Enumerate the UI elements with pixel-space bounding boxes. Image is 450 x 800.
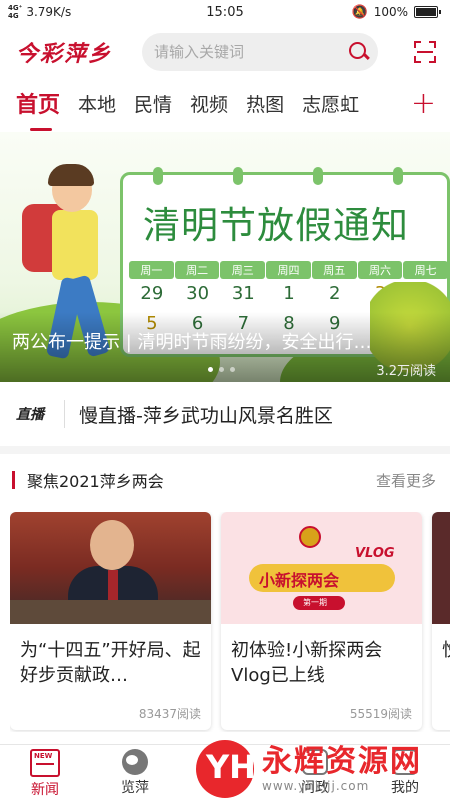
signal-icon: 4G⁺ 4G — [8, 4, 22, 20]
carousel-dots — [208, 367, 235, 372]
section-accent-bar — [12, 471, 15, 489]
watermark-logo: YH — [196, 740, 256, 798]
article-title: 初体验!小新探两会Vlog已上线 — [231, 640, 383, 686]
tab-video[interactable]: 视频 — [190, 84, 228, 117]
article-title: 为“十四五”开好局、起好步贡献政… — [20, 640, 201, 686]
article-card[interactable]: 为“十四五”开好局、起好步贡献政… 83437阅读 — [10, 512, 211, 730]
article-thumbnail — [432, 512, 450, 624]
calendar-weekdays: 周一 周二 周三 周四 周五 周六 周七 — [129, 261, 449, 279]
article-view-count: 55519阅读 — [349, 707, 412, 721]
banner-carousel[interactable]: 清明节放假通知 周一周二周三周四周五周六周七 2930311234 567891… — [0, 132, 450, 382]
article-card[interactable]: VLOG 小新探两会 第一期 初体验!小新探两会Vlog已上线 55519阅读 — [221, 512, 422, 730]
globe-icon — [122, 749, 148, 775]
episode-label: 第一期 — [303, 598, 327, 607]
nav-label: 新闻 — [31, 782, 59, 798]
live-badge: 直播 — [16, 407, 44, 423]
status-bar: 4G⁺ 4G 3.79K/s 15:05 🔕 100% — [0, 0, 450, 24]
tab-home[interactable]: 首页 — [16, 84, 60, 131]
article-thumbnail: VLOG 小新探两会 第一期 — [221, 512, 422, 624]
search-icon[interactable] — [348, 41, 366, 63]
tab-local[interactable]: 本地 — [78, 84, 116, 117]
thumbnail-title: 小新探两会 — [259, 571, 340, 590]
tab-volunteer[interactable]: 志愿虹 — [302, 84, 359, 117]
signal-label-2: 4G — [8, 12, 19, 20]
signal-label-1: 4G⁺ — [8, 4, 23, 12]
live-title[interactable]: 慢直播-萍乡武功山风景名胜区 — [79, 401, 333, 428]
nav-news[interactable]: 新闻 — [0, 745, 90, 800]
battery-icon — [414, 6, 441, 18]
watermark: YH 永辉资源网 www.yhkjjj.com — [196, 738, 450, 800]
nav-browse[interactable]: 览萍 — [90, 745, 180, 800]
network-speed: 3.79K/s — [26, 5, 72, 19]
search-input[interactable] — [154, 43, 348, 61]
article-view-count: 83437阅读 — [138, 707, 201, 721]
live-stream-row[interactable]: 直播 慢直播-萍乡武功山风景名胜区 — [0, 388, 450, 440]
channel-tabs: 首页 本地 民情 视频 热图 志愿虹 + — [0, 84, 450, 131]
scan-icon[interactable] — [414, 41, 436, 63]
watermark-url: www.yhkjjj.com — [262, 779, 370, 793]
tab-public-opinion[interactable]: 民情 — [134, 84, 172, 117]
tab-hot-pictures[interactable]: 热图 — [246, 84, 284, 117]
article-card[interactable]: 悦三 — [432, 512, 450, 730]
search-bar[interactable] — [142, 33, 378, 71]
app-logo: 今彩萍乡 — [16, 41, 113, 67]
banner-caption[interactable]: 两公布一提示 | 清明时节雨纷纷，安全出行… — [12, 328, 438, 354]
banner-view-count: 3.2万阅读 — [376, 364, 436, 379]
mute-bell-icon: 🔕 — [351, 4, 368, 20]
section-divider — [0, 446, 450, 454]
section-title: 聚焦2021萍乡两会 — [27, 472, 164, 491]
article-title: 悦三 — [432, 624, 450, 690]
emblem-icon — [299, 526, 321, 548]
battery-percent: 100% — [373, 5, 408, 19]
vlog-label: VLOG — [355, 546, 395, 561]
article-thumbnail — [10, 512, 211, 624]
topic-card-list: 为“十四五”开好局、起好步贡献政… 83437阅读 VLOG 小新探两会 第一期… — [10, 512, 450, 732]
watermark-name: 永辉资源网 — [262, 744, 422, 779]
app-header: 今彩萍乡 — [0, 30, 450, 74]
news-icon — [30, 749, 60, 777]
section-header: 聚焦2021萍乡两会 查看更多 — [0, 466, 450, 494]
add-channel-icon[interactable]: + — [411, 89, 436, 119]
banner-title: 清明节放假通知 — [143, 204, 409, 247]
see-more-link[interactable]: 查看更多 — [376, 470, 436, 491]
nav-label: 览萍 — [121, 780, 149, 796]
